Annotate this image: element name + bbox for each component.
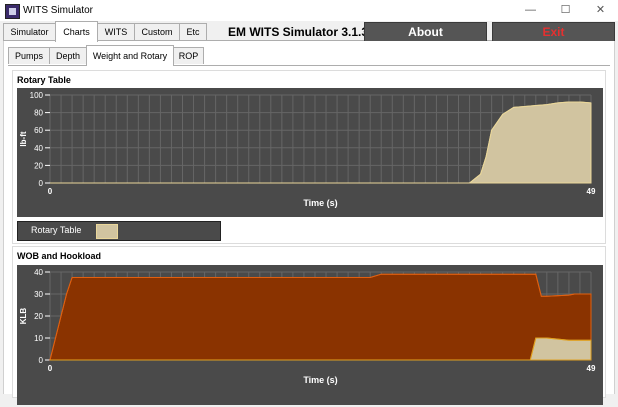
- subtab-rop[interactable]: ROP: [173, 47, 204, 64]
- x-tick-label: 49: [587, 364, 596, 373]
- subtab-weight-and-rotary[interactable]: Weight and Rotary: [86, 45, 174, 66]
- close-window-button[interactable]: ✕: [583, 0, 618, 21]
- wob-chart: 0 10 20 30 40 0 49 Time (s) KLB: [17, 265, 603, 405]
- y-tick-label: 80: [34, 109, 43, 118]
- subtab-depth[interactable]: Depth: [49, 47, 87, 64]
- app-icon: [5, 4, 20, 19]
- y-tick-label: 40: [34, 144, 43, 153]
- wob-chart-svg: 0 10 20 30 40 0 49 Time (s) KLB: [19, 268, 596, 385]
- x-tick-label: 49: [587, 187, 596, 196]
- wob-hookload-panel: WOB and Hookload 0 10 20 30 40 0 49 Time (s) KLB: [12, 246, 606, 405]
- series-area-0-0: [50, 101, 592, 184]
- tab-custom[interactable]: Custom: [134, 23, 180, 40]
- tab-simulator-label: Simulator: [10, 27, 49, 37]
- y-axis-label: KLB: [19, 308, 28, 325]
- tab-wits[interactable]: WITS: [97, 23, 135, 40]
- rotary-chart: 0 20 40 60 80 100 0 49 Time (s) lb-ft: [17, 88, 603, 217]
- y-tick-label: 10: [34, 334, 43, 343]
- exit-button[interactable]: Exit: [492, 22, 615, 42]
- y-tick-label: 30: [34, 290, 43, 299]
- y-tick-label: 0: [39, 356, 44, 365]
- x-tick-label: 0: [48, 364, 53, 373]
- rotary-legend: Rotary Table: [17, 221, 221, 241]
- y-tick-label: 60: [34, 126, 43, 135]
- y-tick-label: 100: [30, 91, 44, 100]
- maximize-button[interactable]: ☐: [548, 0, 583, 21]
- minimize-button[interactable]: —: [513, 0, 548, 21]
- rotary-chart-svg: 0 20 40 60 80 100 0 49 Time (s) lb-ft: [19, 91, 596, 208]
- y-tick-label: 20: [34, 161, 43, 170]
- series-area-1-0: [49, 273, 592, 361]
- tab-etc[interactable]: Etc: [179, 23, 207, 40]
- y-tick-label: 40: [34, 268, 43, 277]
- tab-simulator-box[interactable]: Simulator: [3, 23, 56, 40]
- legend-label-rotary: Rotary Table: [31, 225, 82, 235]
- y-axis-label: lb-ft: [19, 131, 28, 146]
- rotary-table-panel: Rotary Table 0 20 40 60 80 100 0 49 Time (s) lb-f…: [12, 70, 606, 244]
- app-heading: EM WITS Simulator 3.1.3: [228, 25, 369, 39]
- subtab-pumps[interactable]: Pumps: [8, 47, 50, 64]
- title-bar: WITS Simulator — ☐ ✕: [0, 0, 618, 21]
- x-tick-label: 0: [48, 187, 53, 196]
- tab-charts[interactable]: Charts: [55, 21, 98, 42]
- wob-chart-title: WOB and Hookload: [17, 251, 101, 261]
- x-axis-label: Time (s): [303, 375, 337, 385]
- x-axis-label: Time (s): [303, 198, 337, 208]
- rotary-chart-title: Rotary Table: [17, 75, 71, 85]
- about-button[interactable]: About: [364, 22, 487, 42]
- y-tick-label: 0: [39, 179, 44, 188]
- y-tick-label: 20: [34, 312, 43, 321]
- window-title: WITS Simulator: [23, 5, 94, 16]
- charts-content: Pumps Depth Weight and Rotary ROP Rotary…: [3, 41, 615, 405]
- legend-swatch-rotary: [96, 224, 118, 239]
